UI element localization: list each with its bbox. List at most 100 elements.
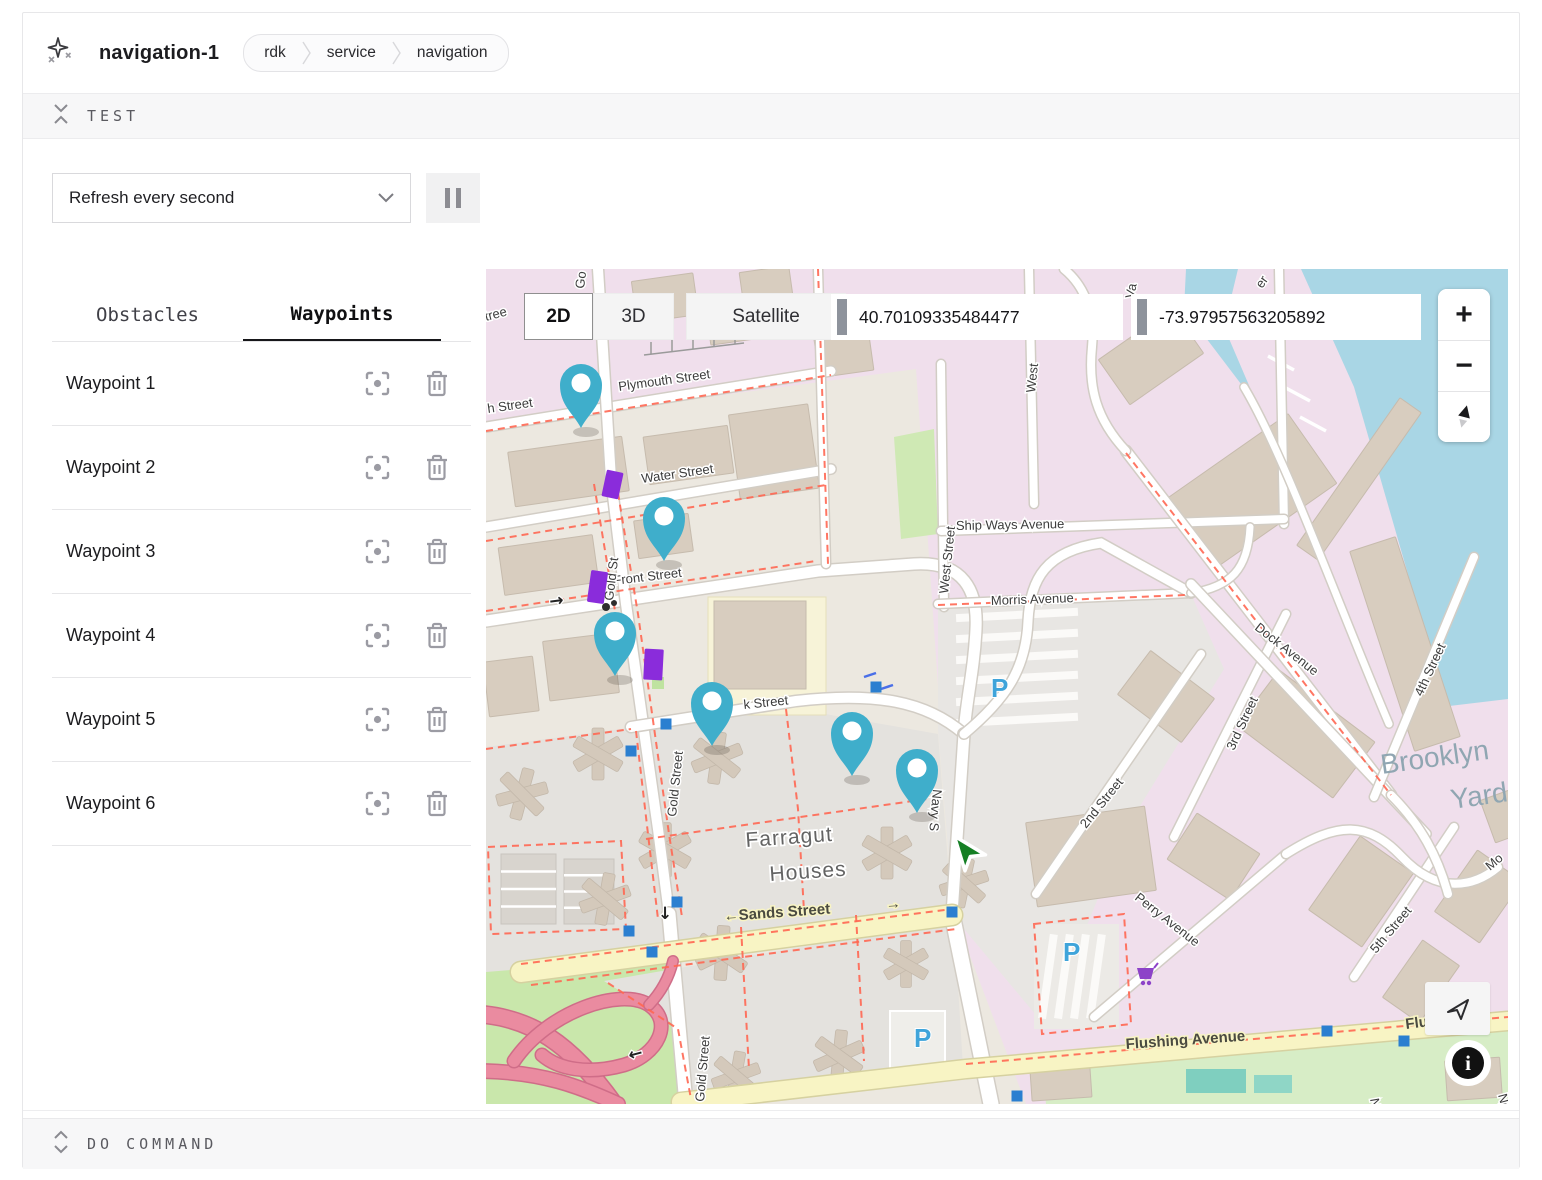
expand-icon xyxy=(53,1130,69,1159)
trash-icon xyxy=(425,622,449,649)
center-map-on-waypoint-button[interactable] xyxy=(364,370,391,397)
center-map-on-waypoint-button[interactable] xyxy=(364,706,391,733)
breadcrumb-navigation: navigation xyxy=(401,44,504,62)
chevron-divider-icon xyxy=(302,40,311,66)
waypoint-label: Waypoint 6 xyxy=(52,793,330,814)
crosswalk-marker xyxy=(647,947,658,958)
map-canvas: PPPPlymouth Streeth StreettreeWater Stre… xyxy=(486,269,1508,1104)
focus-target-icon xyxy=(364,454,391,481)
waypoint-row: Waypoint 2 xyxy=(52,426,471,510)
waypoint-row: Waypoint 6 xyxy=(52,762,471,846)
chevron-down-icon xyxy=(378,193,394,203)
delete-waypoint-button[interactable] xyxy=(425,790,449,817)
focus-target-icon xyxy=(364,370,391,397)
map-label: Go xyxy=(572,270,589,289)
crosswalk-marker xyxy=(1399,1036,1410,1047)
waypoint-list: Waypoint 1 Waypoint 2 Waypoint 3 Waypoint 4… xyxy=(52,342,471,846)
longitude-input[interactable] xyxy=(1157,306,1411,329)
do-command-label: DO COMMAND xyxy=(87,1135,217,1153)
map-satellite-button[interactable]: Satellite xyxy=(686,293,846,340)
trash-icon xyxy=(425,790,449,817)
center-map-on-waypoint-button[interactable] xyxy=(364,538,391,565)
zoom-in-button[interactable]: + xyxy=(1438,289,1490,340)
waypoint-label: Waypoint 4 xyxy=(52,625,330,646)
delete-waypoint-button[interactable] xyxy=(425,538,449,565)
crosswalk-marker xyxy=(672,897,683,908)
test-section-header[interactable]: TEST xyxy=(23,93,1519,139)
sparkle-icon xyxy=(45,36,75,71)
crosswalk-marker xyxy=(1012,1091,1023,1102)
center-map-on-waypoint-button[interactable] xyxy=(364,790,391,817)
delete-waypoint-button[interactable] xyxy=(425,706,449,733)
focus-target-icon xyxy=(364,622,391,649)
map-2d-button[interactable]: 2D xyxy=(524,293,593,340)
crosswalk-marker xyxy=(661,719,672,730)
pause-icon xyxy=(445,188,450,208)
trash-icon xyxy=(425,706,449,733)
component-card: navigation-1 rdk service navigation TEST… xyxy=(22,12,1520,1168)
map-zoom-control: + − xyxy=(1438,289,1490,442)
waypoint-row: Waypoint 5 xyxy=(52,678,471,762)
trash-icon xyxy=(425,454,449,481)
tab-obstacles[interactable]: Obstacles xyxy=(52,289,243,341)
breadcrumb: rdk service navigation xyxy=(243,34,508,72)
map-label: ↓ xyxy=(658,904,672,924)
tab-waypoints[interactable]: Waypoints xyxy=(243,289,441,341)
focus-target-icon xyxy=(364,706,391,733)
parking-icon: P xyxy=(1063,937,1080,967)
collapse-icon xyxy=(53,103,69,130)
compass-button[interactable] xyxy=(1438,391,1490,442)
delete-waypoint-button[interactable] xyxy=(425,622,449,649)
crosswalk-marker xyxy=(871,682,882,693)
center-map-on-waypoint-button[interactable] xyxy=(364,622,391,649)
crosswalk-marker xyxy=(1322,1026,1333,1037)
waypoint-row: Waypoint 1 xyxy=(52,342,471,426)
test-section-label: TEST xyxy=(87,107,139,125)
parking-icon: P xyxy=(991,673,1008,703)
refresh-rate-select[interactable]: Refresh every second xyxy=(52,173,411,223)
chevron-divider-icon xyxy=(392,40,401,66)
waypoint-label: Waypoint 5 xyxy=(52,709,330,730)
map-info-button[interactable]: i xyxy=(1445,1040,1491,1086)
breadcrumb-rdk: rdk xyxy=(248,44,302,62)
waypoint-row: Waypoint 4 xyxy=(52,594,471,678)
map-container[interactable]: 2D 3D Satellite + − i xyxy=(486,269,1508,1104)
divider xyxy=(23,1110,1519,1111)
compass-needle-icon xyxy=(1451,402,1477,432)
trash-icon xyxy=(425,370,449,397)
waypoint-label: Waypoint 1 xyxy=(52,373,330,394)
map-3d-button[interactable]: 3D xyxy=(593,293,674,340)
info-icon: i xyxy=(1452,1047,1484,1079)
waypoint-label: Waypoint 2 xyxy=(52,457,330,478)
map-label: → xyxy=(885,895,901,913)
map-label: → xyxy=(548,590,565,612)
waypoint-obstacle-tabs: Obstacles Waypoints xyxy=(52,289,471,342)
drag-handle-icon[interactable] xyxy=(1137,299,1147,335)
zoom-out-button[interactable]: − xyxy=(1438,340,1490,391)
trash-icon xyxy=(425,538,449,565)
crosswalk-marker xyxy=(626,746,637,757)
locate-robot-button[interactable] xyxy=(1425,982,1490,1035)
parking-icon: P xyxy=(914,1023,931,1053)
map-label: Ship Ways Avenue xyxy=(956,516,1065,533)
delete-waypoint-button[interactable] xyxy=(425,454,449,481)
pause-button[interactable] xyxy=(426,173,480,223)
delete-waypoint-button[interactable] xyxy=(425,370,449,397)
center-map-on-waypoint-button[interactable] xyxy=(364,454,391,481)
waypoint-row: Waypoint 3 xyxy=(52,510,471,594)
latitude-input-wrap xyxy=(831,294,1123,340)
focus-target-icon xyxy=(364,790,391,817)
navigate-arrow-icon xyxy=(1445,996,1471,1022)
map-obstacle-marker[interactable] xyxy=(643,649,664,681)
do-command-section-header[interactable]: DO COMMAND xyxy=(23,1118,1519,1169)
waypoint-label: Waypoint 3 xyxy=(52,541,330,562)
focus-target-icon xyxy=(364,538,391,565)
component-header: navigation-1 rdk service navigation xyxy=(23,13,1519,93)
page-title: navigation-1 xyxy=(99,42,219,65)
map-label: West xyxy=(1023,362,1041,393)
drag-handle-icon[interactable] xyxy=(837,299,847,335)
map-label: Morris Avenue xyxy=(991,590,1074,608)
refresh-rate-value: Refresh every second xyxy=(69,188,378,208)
latitude-input[interactable] xyxy=(857,306,1111,329)
crosswalk-marker xyxy=(947,907,958,918)
